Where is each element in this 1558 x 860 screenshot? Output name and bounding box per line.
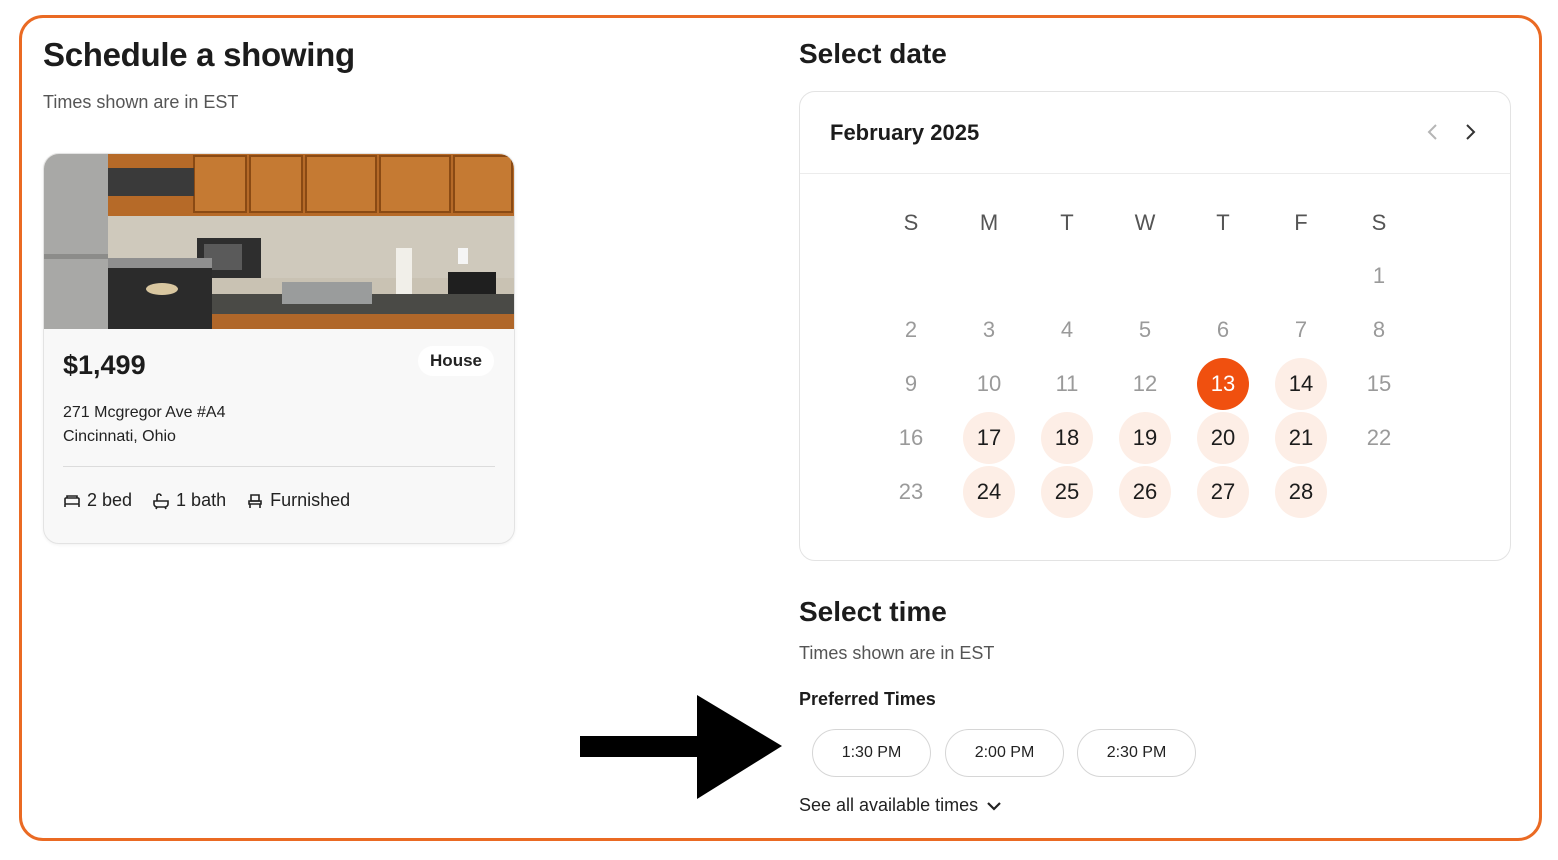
weekday-header: M [979,210,999,235]
calendar-day: 7 [1294,317,1308,342]
feature-furnished: Furnished [246,490,350,511]
feature-beds: 2 bed [63,490,132,511]
next-month-button[interactable] [1458,120,1482,144]
weekday-header: T [1216,210,1230,235]
weekday-header: F [1294,210,1308,235]
see-all-times-button[interactable]: See all available times [799,795,1002,816]
chair-icon [248,493,262,508]
calendar-header: February 2025 [800,92,1510,174]
calendar-day[interactable]: 26 [1119,466,1171,518]
weekday-header: S [1371,210,1387,235]
page-title: Schedule a showing [43,36,355,73]
calendar-day-selected[interactable]: 13 [1197,358,1249,410]
calendar-day[interactable]: 24 [963,466,1015,518]
calendar-day: 10 [976,371,1002,396]
calendar-day: 15 [1366,371,1392,396]
calendar-day: 23 [898,479,924,504]
calendar-day[interactable]: 18 [1041,412,1093,464]
listing-card[interactable]: $1,499 House 271 Mcgregor Ave #A4 Cincin… [43,153,515,544]
time-slot-button[interactable]: 1:30 PM [812,729,931,777]
property-type-badge: House [418,346,494,376]
feature-baths-label: 1 bath [176,490,227,510]
select-time-title: Select time [799,596,947,627]
see-all-times-label: See all available times [799,795,979,815]
calendar-day: 12 [1132,371,1158,396]
calendar-day[interactable]: 20 [1197,412,1249,464]
feature-beds-label: 2 bed [87,490,133,510]
calendar-day: 6 [1216,317,1230,342]
calendar-day[interactable]: 17 [963,412,1015,464]
chevron-left-icon [1427,124,1437,140]
calendar-day[interactable]: 28 [1275,466,1327,518]
preferred-times-label: Preferred Times [799,689,936,709]
feature-baths: 1 bath [152,490,226,511]
select-date-title: Select date [799,38,947,69]
calendar-day: 5 [1138,317,1152,342]
arrow-right-icon [580,695,782,799]
calendar-day: 9 [904,371,918,396]
calendar-day: 11 [1055,371,1079,396]
weekday-header: S [903,210,919,235]
calendar-day[interactable]: 14 [1275,358,1327,410]
calendar: February 2025 S M T W T F S 1 2 3 4 5 6 7 8 9 10 11 12 13 14… [799,91,1511,561]
calendar-day: 1 [1372,263,1386,288]
time-slot-button[interactable]: 2:00 PM [945,729,1064,777]
calendar-day[interactable]: 25 [1041,466,1093,518]
calendar-day: 2 [904,317,918,342]
feature-furnished-label: Furnished [270,490,351,510]
time-timezone-note: Times shown are in EST [799,643,995,663]
bath-icon [153,492,169,509]
chevron-right-icon [1466,124,1476,140]
weekday-header: T [1060,210,1074,235]
timezone-note: Times shown are in EST [43,92,239,112]
bed-icon [64,494,80,507]
listing-price: $1,499 [63,350,146,380]
listing-features: 2 bed 1 bath Furnished [63,490,350,511]
calendar-day[interactable]: 21 [1275,412,1327,464]
previous-month-button[interactable] [1421,120,1445,144]
calendar-day[interactable]: 27 [1197,466,1249,518]
calendar-day: 22 [1366,425,1392,450]
calendar-month-label: February 2025 [830,120,980,145]
weekday-header: W [1134,210,1156,235]
card-divider [63,466,495,467]
calendar-day: 8 [1372,317,1386,342]
time-slot-button[interactable]: 2:30 PM [1077,729,1196,777]
kitchen-photo [44,154,514,329]
address-city: Cincinnati, Ohio [63,428,176,445]
calendar-day: 3 [982,317,996,342]
calendar-day[interactable]: 19 [1119,412,1171,464]
address-street: 271 Mcgregor Ave #A4 [63,404,226,421]
chevron-down-icon [987,801,1001,811]
calendar-day: 4 [1060,317,1074,342]
calendar-day: 16 [898,425,924,450]
